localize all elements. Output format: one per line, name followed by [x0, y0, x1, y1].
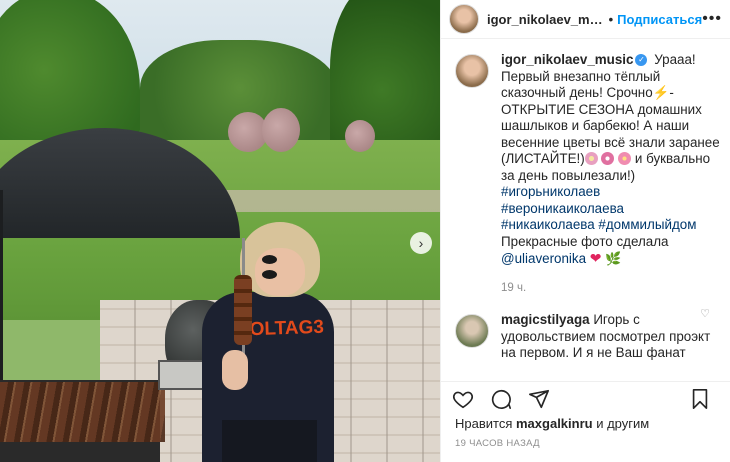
action-bar [441, 381, 730, 415]
kebabs [0, 382, 165, 442]
garden-path [203, 190, 440, 212]
post-photo[interactable]: VOLTAG3 › [0, 0, 440, 462]
comment-body: magicstilyaga Игорь с удовольствием посм… [501, 312, 720, 362]
hashtag-link[interactable]: #игорьниколаев [501, 184, 600, 199]
bookmark-icon[interactable] [688, 387, 712, 411]
instagram-post: VOLTAG3 › igor_nikolaev_music • Подписат… [0, 0, 730, 462]
caption-text: Прекрасные фото сделала [501, 233, 669, 249]
leaf-emoji-icon: 🌿 [605, 251, 622, 266]
flowering-bush [262, 108, 300, 152]
comment-username[interactable]: magicstilyaga [501, 312, 590, 327]
comment: magicstilyaga Игорь с удовольствием посм… [441, 312, 730, 362]
separator-dot: • [608, 11, 614, 27]
likes-prefix: Нравится [455, 416, 513, 431]
avatar[interactable] [455, 314, 489, 348]
heart-outline-icon[interactable] [451, 387, 475, 411]
likes-user[interactable]: maxgalkinru [516, 416, 593, 431]
caption: igor_nikolaev_music ✓ Урааа! Первый внеза… [441, 52, 730, 296]
hashtag-link[interactable]: #вероникаиколаева [501, 201, 624, 216]
skewer-meat [234, 275, 252, 345]
flowering-bush [345, 120, 375, 152]
flower-icon [618, 152, 632, 165]
avatar[interactable] [449, 4, 479, 34]
caption-body: igor_nikolaev_music ✓ Урааа! Первый внеза… [501, 52, 720, 296]
likes-summary[interactable]: Нравится maxgalkinru и другим [455, 416, 649, 431]
likes-suffix: и другим [596, 416, 650, 431]
follow-button[interactable]: Подписаться [617, 12, 702, 27]
author-username[interactable]: igor_nikolaev_music [487, 12, 604, 27]
grill-frame [0, 190, 158, 393]
paper-plane-icon[interactable] [527, 387, 551, 411]
post-timestamp: 19 ЧАСОВ НАЗАД [455, 438, 540, 449]
person-hand [222, 350, 248, 390]
more-dots-icon[interactable]: ••• [702, 10, 722, 28]
hashtag-link[interactable]: #никаиколаева [501, 217, 595, 232]
sunglasses [262, 252, 298, 279]
person-pants [222, 420, 317, 462]
flower-icon [601, 152, 615, 165]
post-sidebar: igor_nikolaev_music • Подписаться ••• ig… [440, 0, 730, 462]
post-header: igor_nikolaev_music • Подписаться ••• [441, 0, 730, 39]
avatar[interactable] [455, 54, 489, 88]
lightning-icon: ⚡ [652, 85, 670, 100]
heart-emoji-icon: ❤ [589, 250, 602, 266]
comment-like-icon[interactable]: ♡ [700, 307, 710, 320]
caption-time: 19 ч. [501, 281, 527, 294]
hashtag-link[interactable]: #доммилыйдом [598, 217, 696, 232]
verified-badge-icon: ✓ [635, 54, 648, 67]
comments-list[interactable]: igor_nikolaev_music ✓ Урааа! Первый внеза… [441, 52, 730, 372]
chevron-right-icon: › [418, 235, 424, 251]
mention-link[interactable]: @uliaveronika [501, 251, 586, 266]
carousel-next-button[interactable]: › [410, 232, 432, 254]
comment-bubble-icon[interactable] [489, 387, 513, 411]
flower-icon [584, 152, 598, 165]
caption-username[interactable]: igor_nikolaev_music [501, 52, 633, 67]
